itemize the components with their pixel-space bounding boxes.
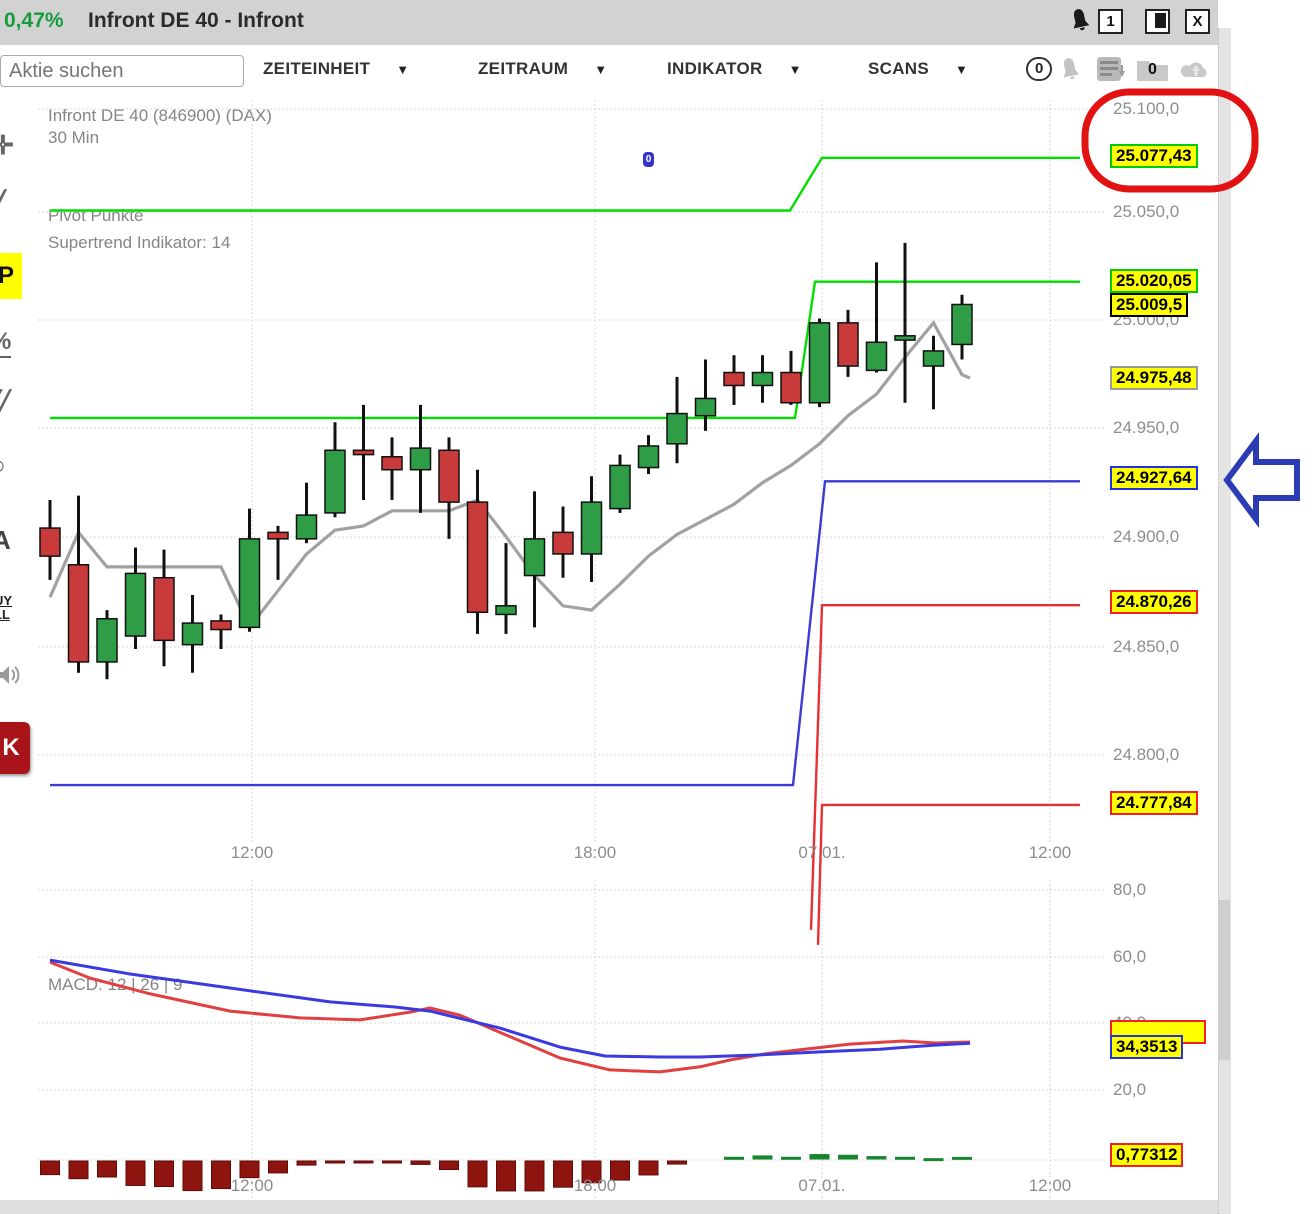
candle [354,450,374,454]
macd-histogram-bar [468,1161,487,1187]
candle [382,457,402,470]
candle [496,606,516,615]
candle [810,323,830,403]
candle [639,446,659,468]
candle [553,532,573,554]
macd-histogram-bar [383,1161,402,1163]
candle [211,621,231,630]
macd-histogram-bar [582,1161,601,1183]
macd-histogram-bar [668,1161,687,1164]
candle [154,578,174,641]
macd-histogram-bar [126,1161,145,1186]
macd-histogram-bar [497,1161,516,1191]
pivot-red-upper [811,605,1080,930]
bottom-window-strip [0,1200,1218,1214]
candle [838,323,858,366]
supertrend-line [50,323,970,628]
candle [183,623,203,645]
candle [325,450,345,513]
macd-histogram-bar [611,1161,630,1180]
candle [268,532,288,538]
macd-histogram-bar [896,1157,915,1159]
candle [525,539,545,576]
pivot-blue [50,481,1080,785]
macd-histogram-bar [924,1159,943,1161]
macd-histogram-bar [155,1161,174,1187]
candle [439,450,459,502]
macd-histogram-bar [212,1161,231,1189]
candle [952,304,972,344]
pivot-green-lower [50,282,1080,418]
candle [610,465,630,508]
macd-histogram-bar [269,1161,288,1173]
macd-histogram-bar [297,1161,316,1165]
candle [696,398,716,415]
candle [781,373,801,403]
macd-histogram-bar [810,1155,829,1159]
macd-histogram-bar [782,1157,801,1159]
macd-histogram-bar [554,1161,573,1187]
macd-histogram-bar [240,1161,259,1178]
candle [69,565,89,662]
macd-histogram-bar [753,1156,772,1159]
macd-histogram-bar [98,1161,117,1177]
candle [724,373,744,386]
macd-histogram-bar [867,1157,886,1159]
scrollbar-thumb[interactable] [1219,900,1230,1060]
infront-chart-window: 0,47% Infront DE 40 - Infront 1 X ZEITEI… [0,0,1315,1214]
macd-histogram-bar [354,1161,373,1163]
pivot-red-lower [818,805,1080,945]
macd-histogram-bar [440,1161,459,1170]
candle [867,342,887,370]
candle [582,502,602,554]
candle [126,573,146,636]
macd-histogram-bar [839,1155,858,1159]
candle [667,414,687,444]
macd-histogram-bar [525,1161,544,1191]
candle [97,619,117,662]
candle [924,351,944,366]
macd-histogram-bar [953,1157,972,1159]
macd-histogram-bar [69,1161,88,1179]
macd-line [50,960,970,1057]
candle [40,528,60,556]
candle [240,539,260,628]
candle [895,336,915,340]
macd-histogram-bar [725,1157,744,1159]
candle [753,373,773,386]
macd-histogram-bar [411,1161,430,1164]
macd-signal-line [50,962,970,1072]
macd-histogram-bar [183,1161,202,1191]
price-chart-canvas[interactable] [0,0,1315,1214]
macd-histogram-bar [326,1161,345,1163]
candle [411,448,431,470]
pivot-green-upper [50,158,1080,211]
macd-histogram-bar [41,1161,60,1175]
macd-histogram-bar [639,1161,658,1175]
candle [468,502,488,612]
candle [297,515,317,539]
